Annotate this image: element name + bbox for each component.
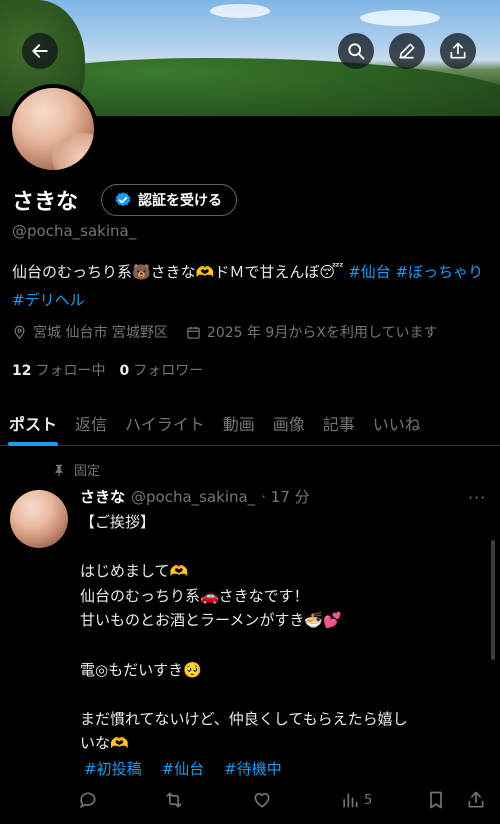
banner-cloud	[360, 10, 440, 26]
calendar-icon	[187, 326, 200, 339]
get-verified-button[interactable]: 認証を受ける	[101, 184, 237, 216]
post-hashtags: #初投稿 #仙台 #待機中	[84, 758, 282, 779]
following-label: フォロー中	[35, 363, 106, 379]
share-upload-icon	[450, 42, 466, 59]
views-count: 5	[364, 792, 373, 808]
post-hashtag[interactable]: #初投稿	[84, 758, 142, 779]
post-text: 【ご挨拶】 はじめまして🫶 仙台のむっちり系🚗さきなです！ 甘いものとお酒とラー…	[80, 513, 408, 753]
following-link[interactable]: 12 フォロー中	[12, 360, 105, 380]
pinned-indicator: 固定	[52, 460, 100, 479]
repost-icon	[166, 792, 182, 808]
tab-highlights[interactable]: ハイライト	[116, 400, 214, 446]
post-author-name[interactable]: さきな	[80, 486, 125, 507]
profile-tabs: ポスト 返信 ハイライト 動画 画像 記事 いいね	[0, 400, 500, 446]
pinned-label: 固定	[74, 464, 101, 479]
tab-replies[interactable]: 返信	[66, 400, 116, 446]
search-button[interactable]	[338, 33, 374, 69]
followers-link[interactable]: 0 フォロワー	[119, 360, 203, 380]
bookmark-icon	[430, 791, 442, 809]
pin-icon	[55, 464, 63, 476]
share-button[interactable]	[440, 33, 476, 69]
tab-likes[interactable]: いいね	[364, 400, 430, 446]
reply-icon	[79, 792, 96, 809]
post-time[interactable]: · 17 分	[261, 486, 309, 507]
views-button[interactable]: 5	[340, 790, 372, 810]
back-arrow-icon	[32, 44, 48, 58]
post-header: さきな @pocha_sakina_ · 17 分	[80, 486, 310, 507]
following-count: 12	[12, 363, 32, 379]
joined-text: 2025 年 9月からXを利用しています	[206, 325, 438, 341]
more-options-icon[interactable]: ···	[468, 488, 486, 507]
post-hashtag[interactable]: #待機中	[224, 758, 282, 779]
post-actions: 5	[78, 790, 488, 814]
profile-name: さきな	[12, 190, 79, 215]
follow-stats: 12 フォロー中 0 フォロワー	[12, 360, 203, 380]
scrollbar[interactable]	[491, 540, 495, 660]
avatar-shade	[52, 133, 94, 170]
tab-videos[interactable]: 動画	[214, 400, 264, 446]
get-verified-label: 認証を受ける	[138, 193, 222, 209]
repost-button[interactable]	[164, 790, 184, 810]
post-author-handle[interactable]: @pocha_sakina_	[131, 488, 255, 506]
profile-avatar[interactable]	[8, 84, 98, 174]
edit-button[interactable]	[389, 33, 425, 69]
like-button[interactable]	[252, 790, 272, 810]
share-icon	[468, 791, 484, 808]
post-avatar[interactable]	[10, 490, 68, 548]
location-text: 宮城 仙台市 宮城野区	[33, 325, 168, 341]
tab-posts[interactable]: ポスト	[0, 400, 66, 446]
bookmark-button[interactable]	[426, 790, 446, 810]
bio-hashtag[interactable]: #ぼっちゃり	[396, 263, 484, 281]
bio-hashtag[interactable]: #デリヘル	[12, 291, 85, 309]
followers-count: 0	[119, 363, 130, 379]
followers-label: フォロワー	[133, 363, 204, 379]
search-icon	[348, 43, 365, 60]
location-pin-icon	[14, 325, 25, 339]
edit-pen-icon	[399, 43, 415, 59]
profile-meta: 宮城 仙台市 宮城野区 2025 年 9月からXを利用しています	[12, 322, 438, 342]
back-button[interactable]	[22, 33, 58, 69]
profile-bio: 仙台のむっちり系🐻さきな🫶ドＭで甘えんぼ😴 #仙台 #ぼっちゃり #デリヘル	[12, 258, 490, 314]
reply-button[interactable]	[78, 790, 98, 810]
heart-icon	[254, 793, 270, 808]
post-hashtag[interactable]: #仙台	[162, 758, 205, 779]
banner-cloud	[210, 4, 270, 18]
tab-articles[interactable]: 記事	[314, 400, 364, 446]
location-item: 宮城 仙台市 宮城野区	[12, 322, 168, 342]
bio-hashtag[interactable]: #仙台	[348, 263, 391, 281]
profile-handle: @pocha_sakina_	[12, 222, 137, 240]
tab-images[interactable]: 画像	[264, 400, 314, 446]
bio-text: 仙台のむっちり系🐻さきな🫶ドＭで甘えんぼ😴	[12, 263, 349, 281]
verified-badge-icon	[115, 192, 131, 207]
views-bar-chart-icon	[343, 793, 358, 808]
joined-item: 2025 年 9月からXを利用しています	[186, 322, 438, 342]
share-post-button[interactable]	[466, 790, 486, 810]
